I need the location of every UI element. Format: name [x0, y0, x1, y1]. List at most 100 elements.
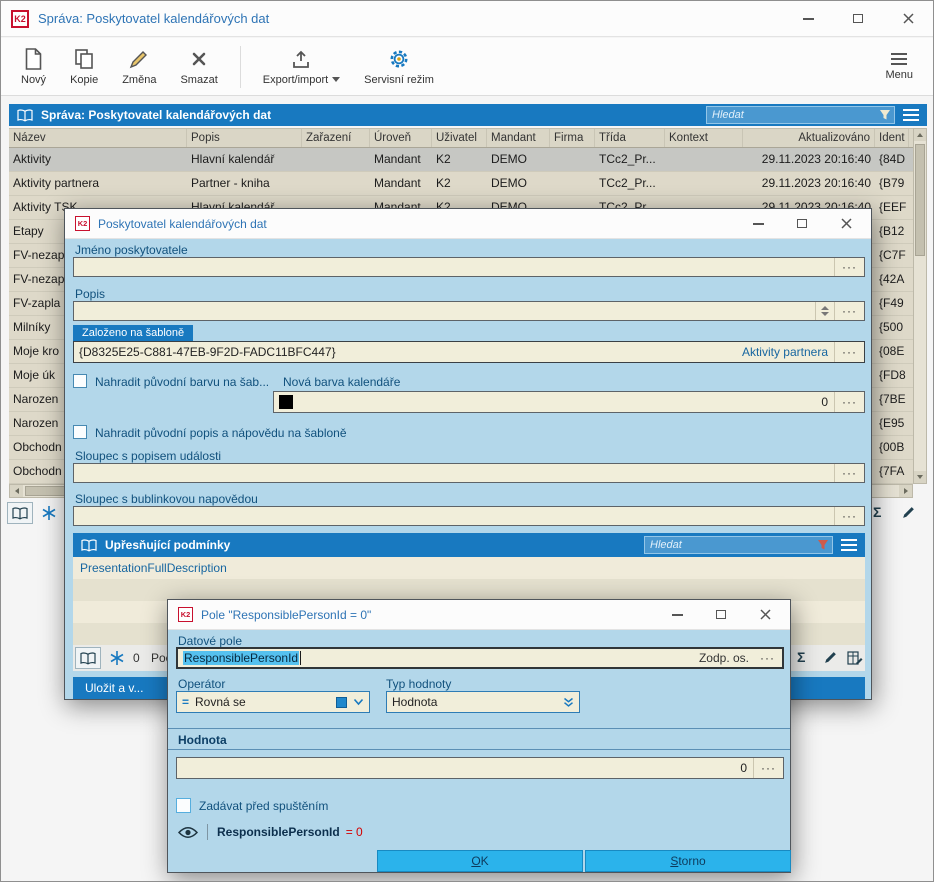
template-link[interactable]: Aktivity partnera: [742, 345, 828, 359]
close-icon: [841, 218, 852, 229]
value-type-combo[interactable]: Hodnota: [386, 691, 580, 713]
storno-button[interactable]: Storno: [585, 850, 791, 872]
minimize-button[interactable]: [751, 217, 765, 231]
vertical-scroll-thumb[interactable]: [915, 144, 925, 256]
ellipsis-button[interactable]: ···: [834, 258, 864, 276]
search-input[interactable]: [706, 106, 895, 124]
search-input[interactable]: [644, 536, 833, 554]
export-import-button[interactable]: Export/import: [251, 44, 352, 90]
table-cell: DEMO: [487, 148, 550, 171]
column-header[interactable]: Kontext: [665, 129, 743, 147]
ellipsis-button[interactable]: ···: [834, 342, 864, 362]
minimize-icon: [753, 223, 764, 225]
filter-funnel-icon[interactable]: [879, 109, 891, 121]
event-column-input[interactable]: ···: [73, 463, 865, 483]
column-header[interactable]: Třída: [595, 129, 665, 147]
condition-list-empty-row[interactable]: [73, 579, 865, 601]
provider-name-input[interactable]: ···: [73, 257, 865, 277]
table-cell: TCc2_Pr...: [595, 148, 665, 171]
eye-icon[interactable]: [178, 826, 198, 839]
ellipsis-button[interactable]: ···: [834, 507, 864, 525]
condition-list-item[interactable]: PresentationFullDescription: [73, 557, 865, 579]
change-button[interactable]: Změna: [110, 44, 168, 90]
copy-button[interactable]: Kopie: [58, 44, 110, 90]
ellipsis-button[interactable]: ···: [753, 649, 782, 667]
table-cell: {FD8: [875, 364, 909, 387]
spinner-icon[interactable]: [815, 302, 834, 320]
edit-button[interactable]: [901, 505, 916, 525]
scroll-down-button[interactable]: [914, 471, 926, 483]
color-swatch[interactable]: [279, 395, 293, 409]
description-input[interactable]: ···: [73, 301, 865, 321]
snowflake-button[interactable]: [41, 505, 57, 526]
table-cell: 29.11.2023 20:16:40: [743, 172, 875, 195]
book-view-button[interactable]: [75, 647, 101, 669]
value-input[interactable]: 0 ···: [176, 757, 784, 779]
replace-color-checkbox[interactable]: [73, 374, 87, 388]
column-header[interactable]: Zařazení: [302, 129, 370, 147]
panel-menu-icon[interactable]: [903, 109, 919, 121]
text-caret: [300, 651, 301, 665]
template-tab[interactable]: Založeno na šabloně: [73, 325, 193, 341]
type-label: Typ hodnoty: [386, 677, 451, 691]
column-header[interactable]: Úroveň: [370, 129, 432, 147]
edit-button[interactable]: [823, 650, 838, 670]
close-button[interactable]: [758, 608, 772, 622]
minimize-button[interactable]: [670, 608, 684, 622]
save-label: Uložit a v...: [85, 681, 143, 695]
book-view-button[interactable]: [7, 502, 33, 524]
sum-button[interactable]: Σ: [797, 649, 805, 665]
minimize-button[interactable]: [801, 12, 815, 26]
ellipsis-button[interactable]: ···: [753, 758, 783, 778]
new-button[interactable]: Nový: [9, 44, 58, 90]
ellipsis-button[interactable]: ···: [834, 464, 864, 482]
service-mode-button[interactable]: Servisní režim: [352, 44, 446, 90]
menu-button[interactable]: Menu: [873, 49, 925, 85]
column-header[interactable]: Název: [9, 129, 187, 147]
table-header-row: NázevPopisZařazeníÚroveňUživatelMandantF…: [9, 128, 913, 148]
maximize-button[interactable]: [851, 12, 865, 26]
maximize-button[interactable]: [714, 608, 728, 622]
prompt-checkbox-label: Zadávat před spuštěním: [199, 799, 328, 813]
replace-description-checkbox[interactable]: [73, 425, 87, 439]
conditions-menu-icon[interactable]: [841, 539, 857, 551]
ok-button[interactable]: OK: [377, 850, 583, 872]
export-icon: [290, 48, 312, 70]
main-titlebar: K2 Správa: Poskytovatel kalendářových da…: [1, 1, 933, 37]
scroll-right-button[interactable]: [899, 485, 912, 497]
template-guid: {D8325E25-C881-47EB-9F2D-FADC11BFC447}: [79, 345, 336, 359]
column-header[interactable]: Mandant: [487, 129, 550, 147]
column-header[interactable]: Popis: [187, 129, 302, 147]
column-header[interactable]: Ident: [875, 129, 909, 147]
prompt-checkbox[interactable]: [176, 798, 191, 813]
preview-field-name: ResponsiblePersonId: [217, 825, 340, 839]
column-header[interactable]: Aktualizováno: [743, 129, 875, 147]
column-header[interactable]: Firma: [550, 129, 595, 147]
app-logo-icon: K2: [75, 216, 90, 231]
column-header[interactable]: Uživatel: [432, 129, 487, 147]
filter-funnel-icon[interactable]: [817, 539, 829, 551]
close-button[interactable]: [901, 12, 915, 26]
color-input[interactable]: 0 ···: [273, 391, 865, 413]
operator-combo[interactable]: = Rovná se: [176, 691, 370, 713]
table-cell: [550, 148, 595, 171]
snowflake-button[interactable]: [109, 650, 125, 671]
table-cell: {7FA: [875, 460, 909, 483]
vertical-scrollbar[interactable]: [913, 128, 927, 484]
template-input[interactable]: {D8325E25-C881-47EB-9F2D-FADC11BFC447} A…: [73, 341, 865, 363]
ellipsis-button[interactable]: ···: [834, 392, 864, 412]
close-button[interactable]: [839, 217, 853, 231]
maximize-button[interactable]: [795, 217, 809, 231]
sum-button[interactable]: Σ: [873, 504, 881, 520]
table-row[interactable]: AktivityHlavní kalendářMandantK2DEMOTCc2…: [9, 148, 913, 172]
table-row[interactable]: Aktivity partneraPartner - knihaMandantK…: [9, 172, 913, 196]
ellipsis-button[interactable]: ···: [834, 302, 864, 320]
delete-button[interactable]: Smazat: [168, 44, 229, 90]
tooltip-column-input[interactable]: ···: [73, 506, 865, 526]
section-divider: [168, 728, 790, 729]
grid-search: [706, 106, 895, 124]
data-field-input[interactable]: ResponsiblePersonId Zodp. os. ···: [176, 647, 784, 669]
bulk-edit-button[interactable]: [847, 650, 863, 671]
scroll-left-button[interactable]: [10, 485, 23, 497]
scroll-up-button[interactable]: [914, 129, 926, 141]
